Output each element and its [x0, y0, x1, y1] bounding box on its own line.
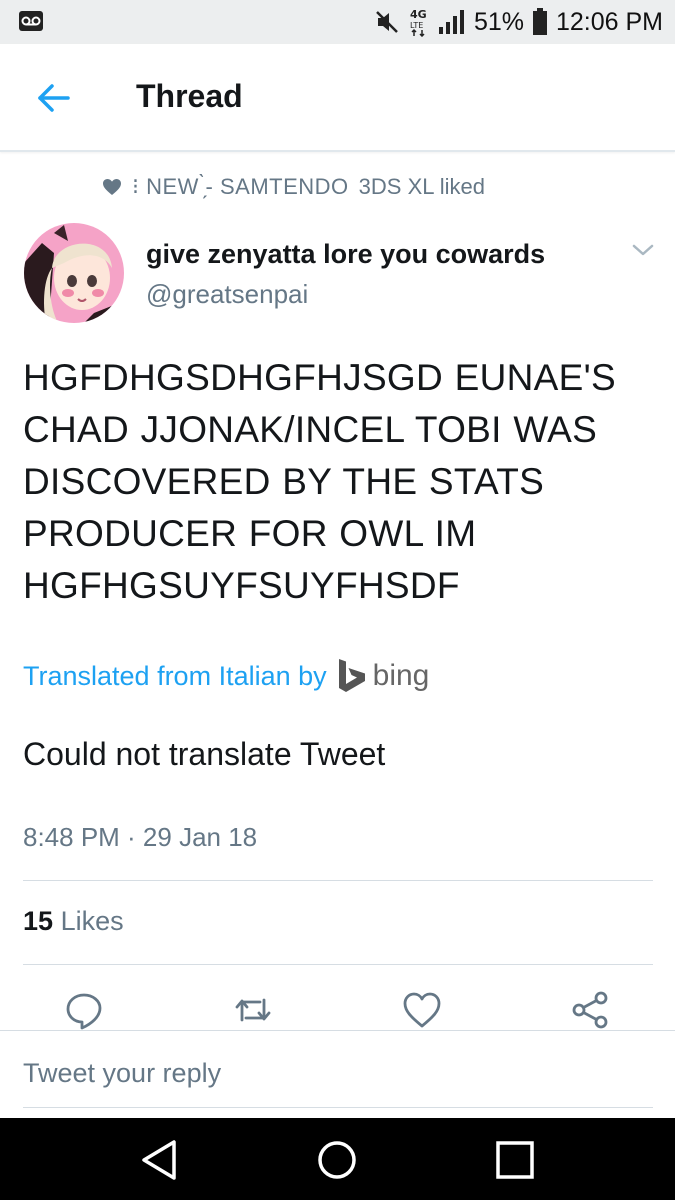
voicemail-icon	[19, 11, 43, 31]
clock: 12:06 PM	[555, 7, 663, 36]
circle-home-icon[interactable]	[313, 1136, 361, 1184]
share-icon[interactable]	[570, 990, 610, 1030]
status-icons: 4G LTE 51% 12:06 PM	[374, 0, 663, 44]
reply-underline	[23, 1107, 653, 1108]
chevron-down-icon[interactable]	[630, 240, 656, 260]
translated-link[interactable]: Translated from Italian by	[23, 661, 327, 692]
tweet-text: HGFDHGSDHGFHJSGD EUNAE'S CHAD JJONAK/INC…	[23, 357, 616, 606]
battery-percent: 51%	[473, 7, 524, 36]
author-handle[interactable]: @greatsenpai	[146, 279, 308, 310]
translation-attribution[interactable]: Translated from Italian by bing	[23, 656, 429, 696]
liked-suffix: 3DS XL liked	[358, 174, 486, 199]
divider	[0, 1030, 675, 1031]
translation-result: Could not translate Tweet	[23, 736, 386, 772]
likes-count: 15	[23, 906, 54, 936]
author-display-name[interactable]: give zenyatta lore you cowards	[146, 239, 545, 270]
mute-icon	[376, 11, 398, 33]
tweet-timestamp: 8:48 PM · 29 Jan 18	[23, 822, 258, 852]
divider	[23, 964, 653, 965]
likes-summary[interactable]: 15 Likes	[23, 906, 124, 937]
bing-icon	[338, 659, 365, 692]
avatar-image	[24, 223, 124, 323]
svg-text:LTE: LTE	[410, 21, 423, 30]
heart-icon	[103, 179, 121, 195]
battery-icon	[532, 8, 547, 35]
likes-label: Likes	[60, 906, 124, 936]
triangle-back-icon[interactable]	[136, 1136, 184, 1184]
avatar[interactable]	[24, 223, 124, 323]
page-title: Thread	[136, 78, 243, 114]
retweet-icon[interactable]	[233, 990, 273, 1030]
signal-icon	[438, 10, 464, 34]
system-nav-bar	[0, 1118, 675, 1200]
divider	[23, 880, 653, 881]
status-bar: 4G LTE 51% 12:06 PM	[0, 0, 675, 44]
top-app-bar: Thread	[0, 44, 675, 152]
reply-input[interactable]: Tweet your reply	[23, 1058, 221, 1089]
social-context[interactable]: ⁝ NEW ̗̀- SAMTENDO 3DS XL liked	[102, 172, 485, 202]
square-recents-icon[interactable]	[491, 1136, 539, 1184]
liker-name: ⁝ NEW ̗̀- SAMTENDO	[132, 174, 349, 199]
heart-outline-icon[interactable]	[402, 990, 442, 1030]
bing-logo: bing	[337, 658, 430, 694]
svg-text:4G: 4G	[410, 8, 427, 21]
network-icon: 4G LTE	[410, 8, 427, 37]
arrow-left-icon[interactable]	[34, 78, 74, 118]
reply-icon[interactable]	[64, 990, 104, 1030]
bing-wordmark: bing	[372, 659, 430, 692]
